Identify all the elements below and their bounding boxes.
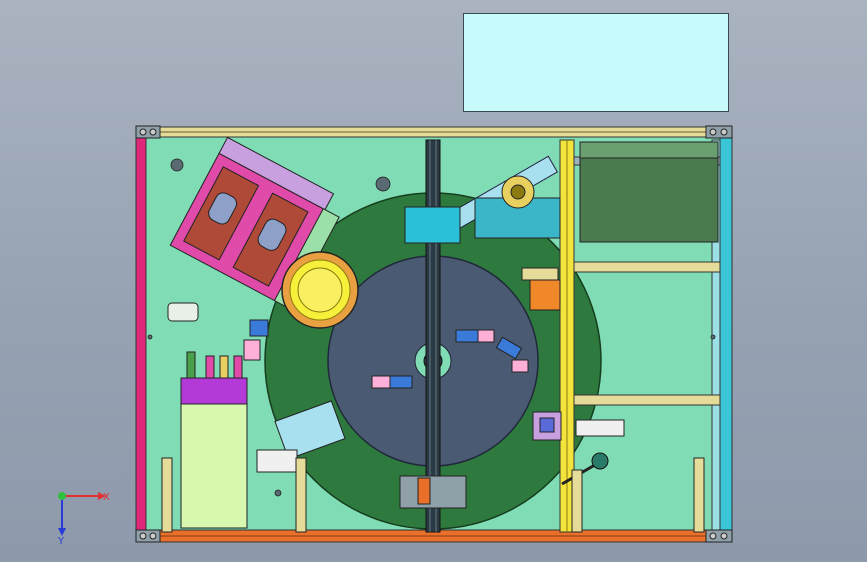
lever-knob <box>591 452 609 470</box>
y-axis-label: Y <box>57 536 65 547</box>
orange-station <box>529 279 561 311</box>
frame-left-rail <box>135 127 147 543</box>
cabinet-connectors <box>186 351 243 379</box>
machine-drawing[interactable] <box>0 0 867 562</box>
center-rail <box>425 139 441 533</box>
frame-right-rail <box>719 127 733 543</box>
axis-triad: X Y <box>57 492 110 547</box>
cad-viewport[interactable]: X Y <box>0 0 867 562</box>
bottom-station <box>399 475 467 509</box>
x-axis-label: X <box>103 492 110 503</box>
